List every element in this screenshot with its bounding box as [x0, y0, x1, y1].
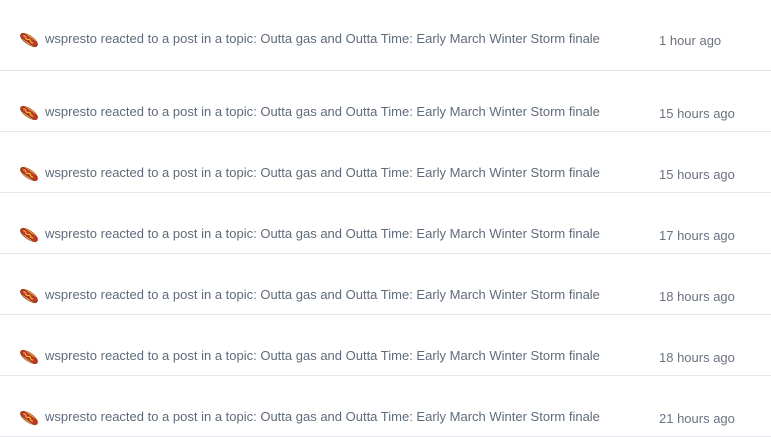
hotdog-icon: [20, 227, 38, 243]
hotdog-icon: [20, 32, 38, 48]
notification-row[interactable]: wspresto reacted to a post in a topic: O…: [0, 193, 771, 254]
notification-row[interactable]: wspresto reacted to a post in a topic: O…: [0, 71, 771, 132]
notification-row[interactable]: wspresto reacted to a post in a topic: O…: [0, 0, 771, 71]
notification-text[interactable]: wspresto reacted to a post in a topic: O…: [45, 225, 600, 242]
hotdog-icon: [20, 410, 38, 426]
notification-time: 18 hours ago: [659, 289, 735, 304]
notification-row[interactable]: wspresto reacted to a post in a topic: O…: [0, 254, 771, 315]
notification-row[interactable]: wspresto reacted to a post in a topic: O…: [0, 132, 771, 193]
notification-time: 15 hours ago: [659, 167, 735, 182]
notification-time: 15 hours ago: [659, 106, 735, 121]
notification-text[interactable]: wspresto reacted to a post in a topic: O…: [45, 103, 600, 120]
notification-row[interactable]: wspresto reacted to a post in a topic: O…: [0, 315, 771, 376]
notification-time: 18 hours ago: [659, 350, 735, 365]
notification-time: 1 hour ago: [659, 33, 722, 48]
notification-feed: wspresto reacted to a post in a topic: O…: [0, 0, 771, 437]
hotdog-icon: [20, 105, 38, 121]
notification-text[interactable]: wspresto reacted to a post in a topic: O…: [45, 286, 600, 303]
notification-time: 17 hours ago: [659, 228, 735, 243]
notification-time: 21 hours ago: [659, 411, 735, 426]
notification-text[interactable]: wspresto reacted to a post in a topic: O…: [45, 30, 600, 47]
notification-text[interactable]: wspresto reacted to a post in a topic: O…: [45, 347, 600, 364]
notification-text[interactable]: wspresto reacted to a post in a topic: O…: [45, 164, 600, 181]
notification-row[interactable]: wspresto reacted to a post in a topic: O…: [0, 376, 771, 437]
notification-text[interactable]: wspresto reacted to a post in a topic: O…: [45, 408, 600, 425]
hotdog-icon: [20, 166, 38, 182]
hotdog-icon: [20, 288, 38, 304]
hotdog-icon: [20, 349, 38, 365]
